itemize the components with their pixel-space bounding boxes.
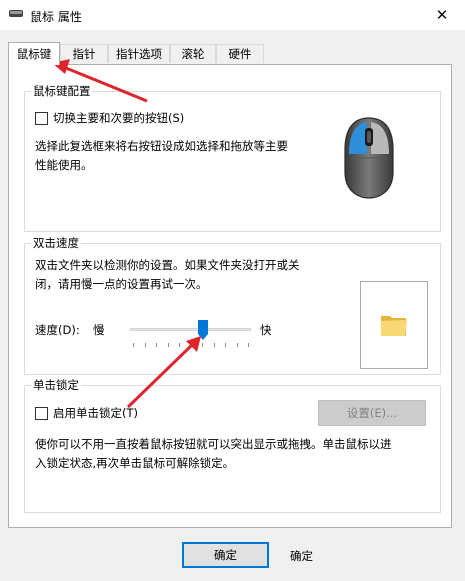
button-config-description-1: 选择此复选框来将右按钮设成如选择和拖放等主要: [35, 139, 288, 153]
tab-pointers[interactable]: 指针: [60, 44, 108, 63]
double-click-test-area[interactable]: [360, 281, 428, 369]
slider-tick: [225, 343, 226, 347]
double-click-description-2: 闭，请用慢一点的设置再试一次。: [35, 277, 208, 291]
double-click-title: 双击速度: [31, 235, 81, 251]
speed-label: 速度(D):: [35, 323, 80, 337]
title-mouse-icon: [9, 10, 23, 17]
tab-pointer-options[interactable]: 指针选项: [108, 44, 170, 63]
slider-tick: [167, 343, 169, 347]
ok-button[interactable]: 确定: [182, 542, 269, 568]
double-click-description-1: 双击文件夹以检测你的设置。如果文件夹没打开或关: [35, 258, 300, 272]
click-lock-settings-button[interactable]: 设置(E)...: [318, 400, 426, 426]
double-click-group: 双击速度 双击文件夹以检测你的设置。如果文件夹没打开或关 闭，请用慢一点的设置再…: [24, 235, 441, 375]
ok-button-ghost: 确定: [290, 549, 313, 563]
slider-tick: [236, 343, 238, 347]
click-lock-description-2: 入锁定状态,再次单击鼠标可解除锁定。: [35, 456, 235, 470]
click-lock-description-1: 使你可以不用一直按着鼠标按钮就可以突出显示或拖拽。单击鼠标以进: [35, 437, 392, 451]
switch-buttons-label[interactable]: 切换主要和次要的按钮(S): [53, 110, 184, 126]
slider-tick: [133, 343, 134, 347]
speed-slider-thumb[interactable]: [197, 320, 208, 340]
click-lock-group: 单击锁定 启用单击锁定(T) 设置(E)... 使你可以不用一直按着鼠标按钮就可…: [24, 377, 441, 513]
tab-panel: 鼠标键配置 切换主要和次要的按钮(S) 选择此复选框来将右按钮设成如选择和拖放等…: [8, 64, 452, 528]
click-lock-label[interactable]: 启用单击锁定(T): [53, 405, 138, 421]
tab-wheel[interactable]: 滚轮: [170, 44, 216, 63]
slider-tick: [179, 343, 180, 347]
button-config-title: 鼠标键配置: [31, 83, 93, 99]
close-button[interactable]: ✕: [419, 0, 465, 30]
tab-buttons[interactable]: 鼠标键: [8, 42, 60, 65]
button-config-group: 鼠标键配置 切换主要和次要的按钮(S) 选择此复选框来将右按钮设成如选择和拖放等…: [24, 83, 441, 232]
speed-slider-track[interactable]: [130, 328, 251, 331]
click-lock-title: 单击锁定: [31, 377, 81, 393]
click-lock-checkbox[interactable]: [35, 407, 48, 420]
tab-hardware[interactable]: 硬件: [216, 44, 264, 63]
slider-tick: [248, 343, 249, 347]
button-config-description-2: 性能使用。: [35, 158, 93, 172]
window-title: 鼠标 属性: [30, 10, 82, 24]
mouse-icon: [344, 117, 394, 199]
speed-slow-label: 慢: [93, 323, 105, 337]
slider-tick: [213, 343, 215, 347]
slider-tick: [144, 343, 146, 347]
title-bar: 鼠标 属性 ✕: [0, 0, 465, 30]
close-icon: ✕: [435, 6, 449, 24]
speed-fast-label: 快: [260, 323, 272, 337]
slider-tick: [202, 343, 203, 347]
folder-icon[interactable]: [379, 309, 409, 339]
slider-tick: [156, 343, 157, 347]
switch-buttons-checkbox[interactable]: [35, 112, 48, 125]
slider-tick: [190, 343, 192, 347]
